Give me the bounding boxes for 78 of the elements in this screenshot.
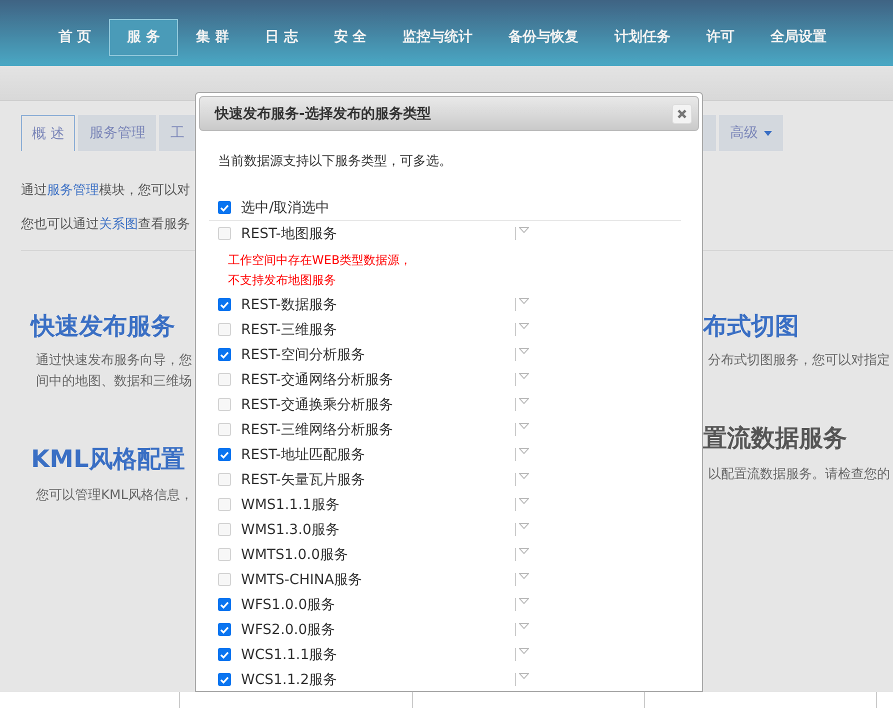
section-description: 以配置流数据服务。请检查您的 <box>708 466 891 484</box>
section-heading[interactable]: KML风格配置 <box>31 443 195 475</box>
dropdown-button[interactable] <box>515 498 529 511</box>
warning-text: 工作空间中存在WEB类型数据源， <box>228 252 413 269</box>
text-link[interactable]: 服务管理 <box>47 183 99 198</box>
section-heading[interactable]: 布式切图 <box>703 310 893 342</box>
tab[interactable] <box>703 115 716 151</box>
info-text: 您也可以通过关系图查看服务 <box>21 216 191 234</box>
checkbox[interactable] <box>218 598 231 611</box>
dialog-intro: 当前数据源支持以下服务类型，可多选。 <box>218 153 453 171</box>
section-heading[interactable]: 快速发布服务 <box>31 310 195 342</box>
dropdown-button[interactable] <box>515 648 529 661</box>
checkbox-label[interactable]: WCS1.1.1服务 <box>241 646 515 664</box>
nav-item[interactable]: 计划任务 <box>596 18 689 56</box>
dropdown-button[interactable] <box>515 598 529 611</box>
nav-item[interactable]: 首 页 <box>40 18 110 56</box>
nav-item[interactable]: 全局设置 <box>752 18 845 56</box>
dropdown-button[interactable] <box>515 348 529 361</box>
nav-item[interactable]: 监控与统计 <box>384 18 491 56</box>
checkbox-label[interactable]: WMS1.1.1服务 <box>241 496 515 514</box>
caret-icon <box>764 130 772 136</box>
checkbox-label[interactable]: REST-三维网络分析服务 <box>241 420 515 438</box>
dropdown-button[interactable] <box>515 227 529 240</box>
checkbox-label[interactable]: WMS1.3.0服务 <box>241 520 515 538</box>
nav-item[interactable]: 备份与恢复 <box>490 18 597 56</box>
section-description: 通过快速发布服务向导，您 <box>36 352 193 370</box>
checkbox[interactable] <box>218 298 231 311</box>
dropdown-button[interactable] <box>515 573 529 586</box>
section-description: 您可以管理KML风格信息， <box>36 487 194 505</box>
checkbox-label[interactable]: REST-交通换乘分析服务 <box>241 396 515 414</box>
checkbox-label[interactable]: REST-数据服务 <box>241 296 515 314</box>
checkbox-label[interactable]: WMTS-CHINA服务 <box>241 570 515 588</box>
checkbox[interactable] <box>218 201 231 214</box>
text-link[interactable]: 关系图 <box>99 217 138 232</box>
section-heading: 置流数据服务 <box>703 423 848 454</box>
checkbox-label[interactable]: REST-地图服务 <box>241 224 515 242</box>
close-button[interactable] <box>672 104 692 124</box>
dropdown-button[interactable] <box>515 448 529 461</box>
nav-item[interactable]: 集 群 <box>178 18 247 56</box>
dropdown-button[interactable] <box>515 673 529 686</box>
checkbox[interactable] <box>218 348 231 361</box>
dropdown-button[interactable] <box>515 373 529 386</box>
checkbox-label[interactable]: WMTS1.0.0服务 <box>241 546 515 564</box>
nav-item[interactable]: 服 务 <box>109 18 178 56</box>
checkbox-label[interactable]: REST-交通网络分析服务 <box>241 370 515 388</box>
checkbox[interactable] <box>218 448 231 461</box>
checkbox[interactable] <box>218 648 231 661</box>
dropdown-button[interactable] <box>515 548 529 561</box>
checkbox[interactable] <box>218 623 231 636</box>
nav-item[interactable]: 许可 <box>688 18 753 56</box>
checkbox-label[interactable]: REST-矢量瓦片服务 <box>241 470 515 488</box>
checkbox-label[interactable]: REST-空间分析服务 <box>241 346 515 364</box>
tab[interactable]: 工 <box>159 115 196 151</box>
checkbox-label[interactable]: WFS2.0.0服务 <box>241 620 515 638</box>
dropdown-button[interactable] <box>515 423 529 436</box>
tab[interactable]: 高级 <box>719 115 783 151</box>
nav-item[interactable]: 安 全 <box>316 18 385 56</box>
section-description: 间中的地图、数据和三维场 <box>36 373 193 391</box>
checkbox[interactable] <box>218 673 231 686</box>
dropdown-button[interactable] <box>515 323 529 336</box>
checkbox-label[interactable]: WCS1.1.2服务 <box>241 670 515 688</box>
checkbox-label[interactable]: WFS1.0.0服务 <box>241 596 515 614</box>
section-description: 分布式切图服务，您可以对指定 <box>708 352 891 370</box>
checkbox-label[interactable]: REST-三维服务 <box>241 320 515 338</box>
dropdown-button[interactable] <box>515 523 529 536</box>
tab[interactable]: 服务管理 <box>78 115 156 151</box>
checkbox-label[interactable]: REST-地址匹配服务 <box>241 446 515 464</box>
tab[interactable]: 概 述 <box>21 115 76 151</box>
dropdown-button[interactable] <box>515 298 529 311</box>
dropdown-button[interactable] <box>515 398 529 411</box>
close-icon <box>677 108 687 118</box>
nav-item[interactable]: 日 志 <box>246 18 316 56</box>
warning-text: 不支持发布地图服务 <box>228 272 337 289</box>
info-text: 通过服务管理模块，您可以对 <box>21 182 191 200</box>
dialog-title: 快速发布服务-选择发布的服务类型 <box>215 104 431 122</box>
checkbox-label[interactable]: 选中/取消选中 <box>241 198 330 216</box>
dropdown-button[interactable] <box>515 473 529 486</box>
dropdown-button[interactable] <box>515 623 529 636</box>
